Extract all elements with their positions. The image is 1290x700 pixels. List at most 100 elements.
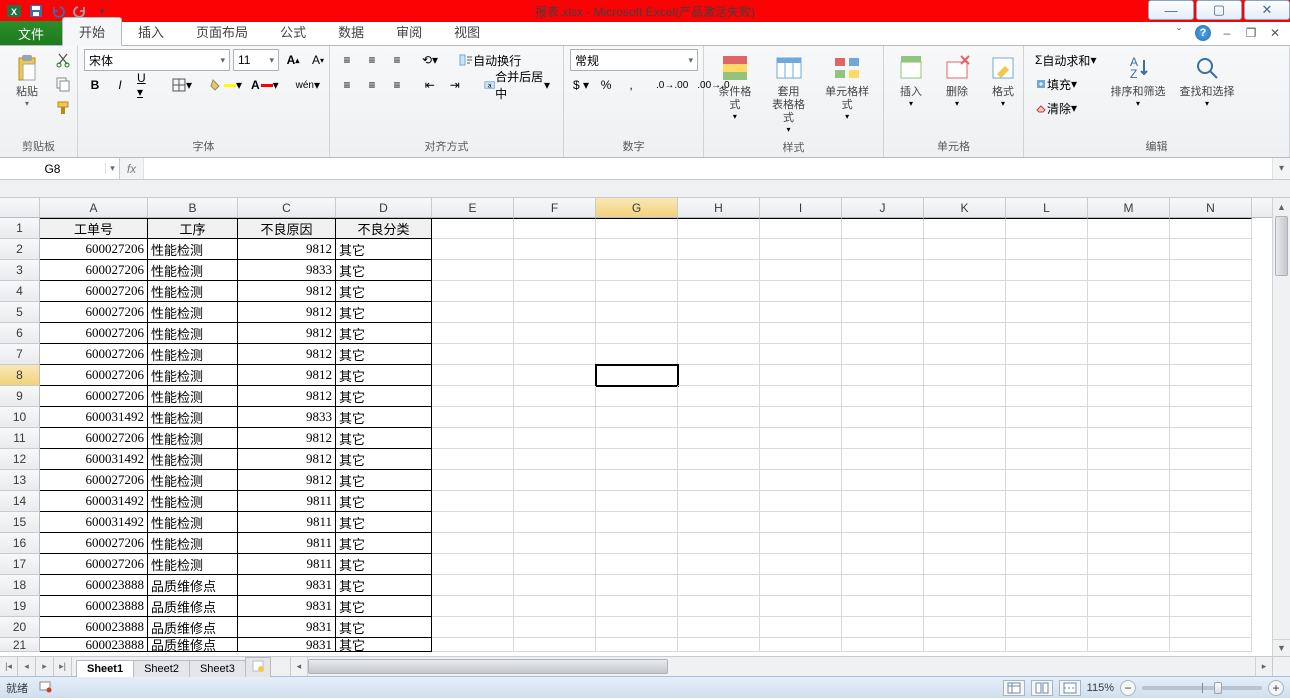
cell-B12[interactable]: 性能检测 [148,449,238,470]
cell-I20[interactable] [760,617,842,638]
cell-B20[interactable]: 品质维修点 [148,617,238,638]
row-header-3[interactable]: 3 [0,260,40,281]
cell-K19[interactable] [924,596,1006,617]
increase-decimal-icon[interactable]: .0→.00 [653,74,691,96]
cell-G4[interactable] [596,281,678,302]
cell-K3[interactable] [924,260,1006,281]
cell-H7[interactable] [678,344,760,365]
cell-C15[interactable]: 9811 [238,512,336,533]
cell-M13[interactable] [1088,470,1170,491]
tab-file[interactable]: 文件 [0,21,62,45]
cell-B3[interactable]: 性能检测 [148,260,238,281]
cell-L7[interactable] [1006,344,1088,365]
fx-button[interactable]: fx [120,158,144,179]
qat-save-icon[interactable] [26,2,46,20]
cell-G9[interactable] [596,386,678,407]
col-header-L[interactable]: L [1006,198,1088,217]
sort-filter-button[interactable]: AZ排序和筛选▾ [1105,49,1170,111]
cell-L11[interactable] [1006,428,1088,449]
cell-D6[interactable]: 其它 [336,323,432,344]
help-icon[interactable]: ? [1194,24,1212,42]
cell-I18[interactable] [760,575,842,596]
cell-G7[interactable] [596,344,678,365]
sheet-tab-sheet3[interactable]: Sheet3 [189,660,246,677]
wb-close-icon[interactable]: ✕ [1266,24,1284,42]
cell-N11[interactable] [1170,428,1252,449]
cell-H12[interactable] [678,449,760,470]
cell-N16[interactable] [1170,533,1252,554]
format-painter-icon[interactable] [52,97,74,119]
align-middle-icon[interactable]: ≡ [361,49,383,71]
cell-K21[interactable] [924,638,1006,652]
cell-K5[interactable] [924,302,1006,323]
sheet-prev-icon[interactable]: ◂ [18,657,36,676]
maximize-button[interactable]: ▢ [1196,0,1242,20]
cell-J14[interactable] [842,491,924,512]
cell-H5[interactable] [678,302,760,323]
cell-G8[interactable] [596,365,678,386]
tab-view[interactable]: 视图 [438,18,496,45]
cell-M15[interactable] [1088,512,1170,533]
sheet-last-icon[interactable]: ▸| [54,657,72,676]
increase-indent-icon[interactable]: ⇥ [444,74,466,96]
cell-H18[interactable] [678,575,760,596]
cell-L6[interactable] [1006,323,1088,344]
cell-C14[interactable]: 9811 [238,491,336,512]
cell-G12[interactable] [596,449,678,470]
cell-H3[interactable] [678,260,760,281]
cell-A15[interactable]: 600031492 [40,512,148,533]
cell-N17[interactable] [1170,554,1252,575]
cell-J19[interactable] [842,596,924,617]
bold-button[interactable]: B [84,74,106,96]
cell-I10[interactable] [760,407,842,428]
cell-D21[interactable]: 其它 [336,638,432,652]
cell-A14[interactable]: 600031492 [40,491,148,512]
cell-B4[interactable]: 性能检测 [148,281,238,302]
cell-H15[interactable] [678,512,760,533]
wb-restore-icon[interactable]: ❐ [1242,24,1260,42]
autosum-button[interactable]: Σ 自动求和 ▾ [1030,49,1101,71]
tab-insert[interactable]: 插入 [122,18,180,45]
row-header-9[interactable]: 9 [0,386,40,407]
col-header-J[interactable]: J [842,198,924,217]
cut-icon[interactable] [52,49,74,71]
cell-A17[interactable]: 600027206 [40,554,148,575]
cell-I12[interactable] [760,449,842,470]
cell-I13[interactable] [760,470,842,491]
cell-F16[interactable] [514,533,596,554]
row-header-4[interactable]: 4 [0,281,40,302]
cell-J7[interactable] [842,344,924,365]
cell-A11[interactable]: 600027206 [40,428,148,449]
scroll-left-icon[interactable]: ◂ [291,657,308,676]
cell-M2[interactable] [1088,239,1170,260]
row-header-16[interactable]: 16 [0,533,40,554]
wb-minimize-icon[interactable]: – [1218,24,1236,42]
cell-I2[interactable] [760,239,842,260]
row-header-8[interactable]: 8 [0,365,40,386]
formula-input[interactable] [144,158,1272,179]
cell-D18[interactable]: 其它 [336,575,432,596]
row-header-5[interactable]: 5 [0,302,40,323]
cell-F18[interactable] [514,575,596,596]
cell-N5[interactable] [1170,302,1252,323]
cell-E6[interactable] [432,323,514,344]
row-header-18[interactable]: 18 [0,575,40,596]
underline-button[interactable]: U ▾ [134,74,158,96]
cell-A2[interactable]: 600027206 [40,239,148,260]
font-size-combo[interactable]: 11▾ [233,49,279,71]
cell-G18[interactable] [596,575,678,596]
borders-icon[interactable]: ▾ [169,74,195,96]
cell-H11[interactable] [678,428,760,449]
cell-N7[interactable] [1170,344,1252,365]
cell-K2[interactable] [924,239,1006,260]
zoom-out-button[interactable]: − [1120,680,1136,696]
cell-M21[interactable] [1088,638,1170,652]
percent-format-icon[interactable]: % [595,74,617,96]
row-header-21[interactable]: 21 [0,638,40,652]
cell-A16[interactable]: 600027206 [40,533,148,554]
cell-M12[interactable] [1088,449,1170,470]
sheet-tab-sheet1[interactable]: Sheet1 [76,660,134,677]
cell-J3[interactable] [842,260,924,281]
cell-K7[interactable] [924,344,1006,365]
cell-B6[interactable]: 性能检测 [148,323,238,344]
